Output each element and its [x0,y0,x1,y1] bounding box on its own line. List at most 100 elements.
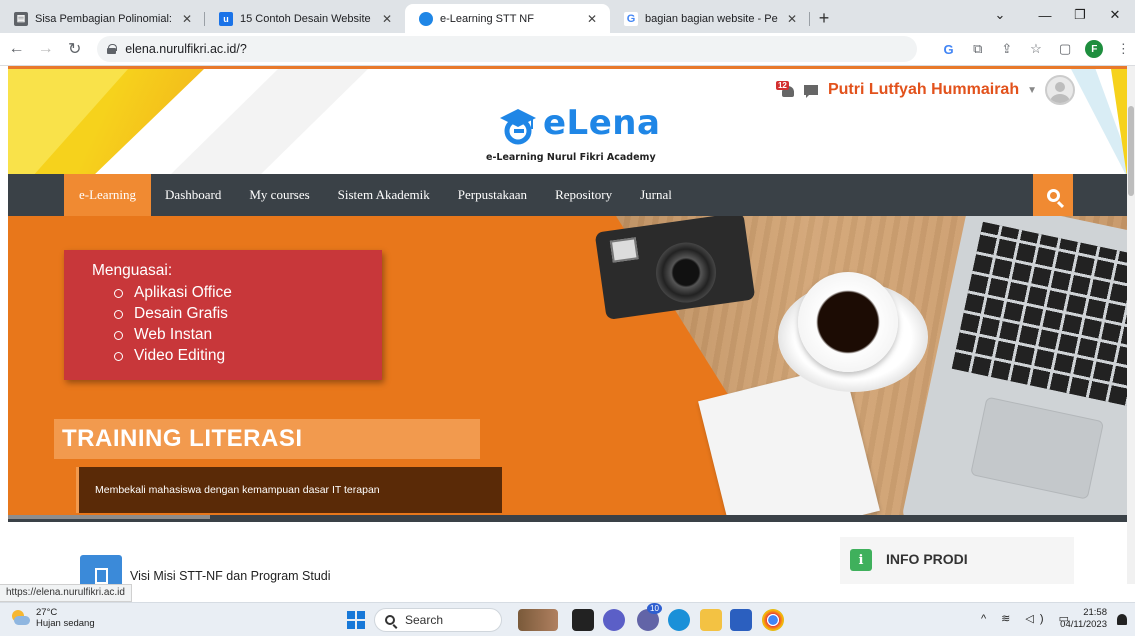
nav-item-repository[interactable]: Repository [541,174,626,216]
status-url: https://elena.nurulfikri.ac.id [0,584,132,602]
skill-item: Web Instan [92,324,382,345]
main-navigation: e-Learning Dashboard My courses Sistem A… [8,174,1127,216]
nav-item-jurnal[interactable]: Jurnal [626,174,686,216]
nav-item-dashboard[interactable]: Dashboard [151,174,235,216]
google-lens-icon[interactable]: G [937,37,960,61]
browser-tab-active[interactable]: e-Learning STT NF ✕ [405,4,610,33]
logo-subtitle: e-Learning Nurul Fikri Academy [486,152,656,163]
tab-search-dropdown-icon[interactable]: ⌄ [980,0,1020,30]
scrollbar[interactable] [1127,66,1135,584]
minimize-button[interactable]: — [1025,0,1065,30]
restore-button[interactable]: ❐ [1060,0,1100,30]
skills-title: Menguasai: [92,262,173,279]
clock[interactable]: 21:58 04/11/2023 [1060,607,1107,631]
banner-caption: Membekali mahasiswa dengan kemampuan das… [76,467,502,513]
graduation-cap-icon [500,109,536,145]
notification-bell-icon[interactable]: 12 [775,81,796,98]
teams-icon[interactable]: 10 [637,603,662,631]
logo-text: eLena [543,103,661,143]
url-text: elena.nurulfikri.ac.id/? [125,42,247,56]
search-icon [385,615,395,625]
nav-item-e-learning[interactable]: e-Learning [64,174,152,216]
time: 21:58 [1083,607,1107,618]
browser-tab[interactable]: G bagian bagian website - Penelu ✕ [610,4,810,33]
info-prodi-title: INFO PRODI [886,551,968,567]
browser-menu-icon[interactable]: ⋮ [1112,37,1135,61]
close-tab-icon[interactable]: ✕ [179,12,195,26]
site-header: eLena e-Learning Nurul Fikri Academy 12 … [8,66,1127,174]
address-bar-row: ← → ↻ elena.nurulfikri.ac.id/? G ⧉ ⇪ ☆ ▢… [0,33,1135,66]
bookmark-star-icon[interactable]: ☆ [1024,37,1047,61]
user-menu[interactable]: 12 Putri Lutfyah Hummairah ▼ [775,75,1075,105]
message-icon[interactable] [803,85,818,98]
chrome-icon[interactable] [762,609,784,631]
nav-item-sistem-akademik[interactable]: Sistem Akademik [324,174,444,216]
header-decoration [168,69,368,174]
reload-icon[interactable]: ↻ [62,36,87,62]
browser-tab-strip: ▤ Sisa Pembagian Polinomial: -29 ✕ u 15 … [0,0,1135,33]
weather-widget[interactable]: 27°C Hujan sedang [10,607,95,629]
store-icon[interactable] [730,609,752,631]
page-viewport: eLena e-Learning Nurul Fikri Academy 12 … [0,66,1127,584]
url-field[interactable]: elena.nurulfikri.ac.id/? [97,36,918,62]
new-tab-button[interactable]: + [810,4,838,33]
windows-taskbar: 27°C Hujan sedang Search 10 ^ ≋ ◁) ▭ 21:… [0,602,1135,636]
visi-misi-link[interactable]: Visi Misi STT-NF dan Program Studi [130,569,331,583]
skill-item: Desain Grafis [92,303,382,324]
taskbar-search[interactable]: Search [374,608,502,632]
start-button[interactable] [347,611,365,629]
forward-arrow-icon[interactable]: → [33,36,58,62]
hero-banner[interactable]: Menguasai: Aplikasi Office Desain Grafis… [8,216,1127,522]
document-icon: ▤ [14,11,28,26]
search-button[interactable] [1033,174,1073,216]
weather-icon [10,610,30,626]
back-arrow-icon[interactable]: ← [4,36,29,62]
nav-item-my-courses[interactable]: My courses [235,174,323,216]
chat-icon[interactable] [603,609,625,631]
translate-icon[interactable]: ⧉ [966,37,989,61]
skill-item: Aplikasi Office [92,282,382,303]
task-view-icon[interactable] [572,609,594,631]
browser-tab[interactable]: u 15 Contoh Desain Website yang ✕ [205,4,405,33]
content-area: Visi Misi STT-NF dan Program Studi i INF… [8,522,1127,584]
nav-item-perpustakaan[interactable]: Perpustakaan [444,174,541,216]
elena-icon [419,11,433,26]
tab-title: e-Learning STT NF [440,12,534,25]
weather-condition: Hujan sedang [36,618,95,629]
weather-text: 27°C Hujan sedang [36,607,95,629]
user-name[interactable]: Putri Lutfyah Hummairah [828,81,1019,99]
document-icon[interactable] [80,555,122,584]
skills-box: Menguasai: Aplikasi Office Desain Grafis… [64,250,382,380]
notification-center-icon[interactable] [1117,614,1127,625]
slider-progress [8,515,210,519]
info-prodi-panel: i INFO PRODI [840,537,1074,584]
share-icon[interactable]: ⇪ [995,37,1018,61]
date: 04/11/2023 [1060,619,1107,630]
tab-title: bagian bagian website - Penelu [645,12,778,25]
info-icon: i [850,549,872,571]
widgets-icon[interactable] [518,609,558,631]
file-explorer-icon[interactable] [700,609,722,631]
browser-tab[interactable]: ▤ Sisa Pembagian Polinomial: -29 ✕ [0,4,205,33]
edge-icon[interactable] [668,609,690,631]
tab-title: 15 Contoh Desain Website yang [240,12,373,25]
google-icon: G [624,11,638,26]
chat-badge: 10 [647,603,662,614]
close-tab-icon[interactable]: ✕ [584,12,600,26]
notification-badge: 12 [775,81,789,90]
site-logo[interactable]: eLena e-Learning Nurul Fikri Academy [486,103,666,165]
tab-title: Sisa Pembagian Polinomial: -29 [35,12,173,25]
lock-icon[interactable] [107,44,118,54]
close-tab-icon[interactable]: ✕ [379,12,395,26]
search-icon [1046,188,1060,202]
avatar[interactable] [1045,75,1075,105]
close-tab-icon[interactable]: ✕ [784,12,800,26]
banner-title: TRAINING LITERASI [54,419,480,459]
profile-avatar[interactable]: F [1083,37,1106,61]
close-window-button[interactable]: ✕ [1095,0,1135,30]
side-panel-icon[interactable]: ▢ [1054,37,1077,61]
temperature: 27°C [36,607,58,618]
skill-item: Video Editing [92,345,382,366]
scrollbar-thumb[interactable] [1128,106,1134,196]
chevron-down-icon[interactable]: ▼ [1027,85,1037,96]
